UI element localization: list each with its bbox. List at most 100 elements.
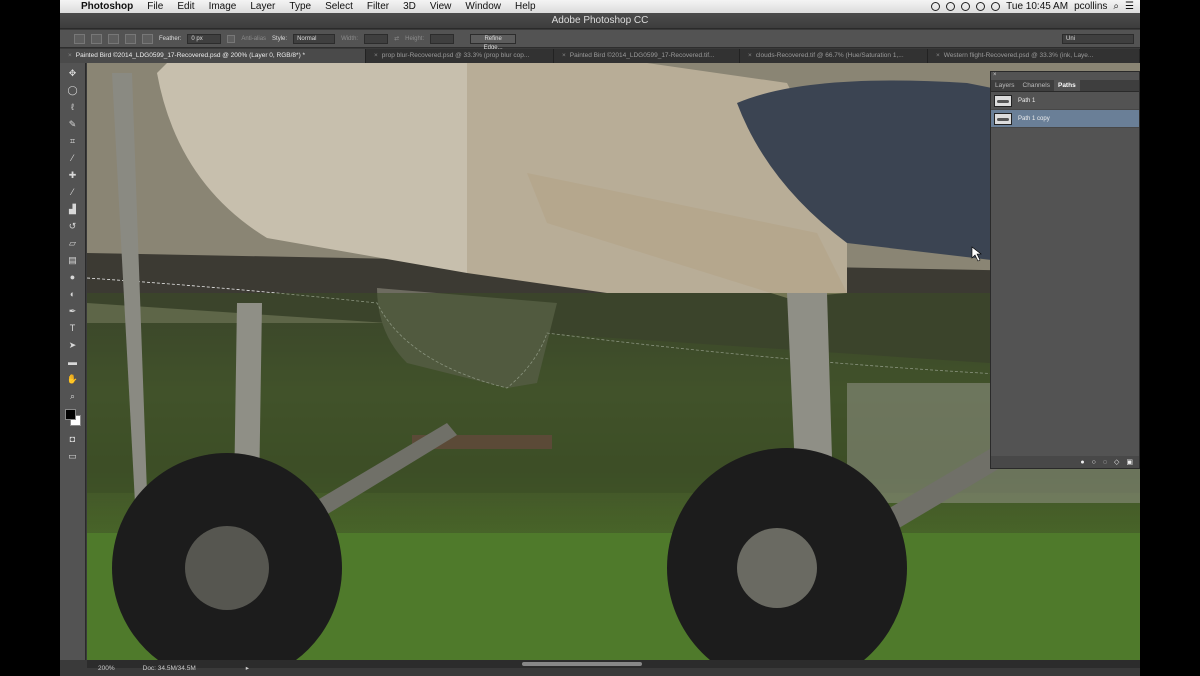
clone-stamp-icon[interactable]: ▟: [66, 203, 80, 216]
document-canvas[interactable]: [87, 63, 1140, 660]
panel-close-icon[interactable]: ×: [993, 72, 997, 78]
add-selection-icon[interactable]: [108, 33, 119, 44]
history-brush-icon[interactable]: ↺: [66, 220, 80, 233]
swap-icon[interactable]: ⇄: [394, 35, 399, 42]
path-selection-icon[interactable]: ➤: [66, 339, 80, 352]
menu-image[interactable]: Image: [202, 1, 244, 12]
menu-3d[interactable]: 3D: [396, 1, 423, 12]
lasso-icon[interactable]: ℓ: [66, 101, 80, 114]
status-menu-icon[interactable]: ▸: [246, 664, 249, 672]
menu-layer[interactable]: Layer: [243, 1, 282, 12]
spotlight-icon[interactable]: ⌕: [1113, 1, 1119, 12]
intersect-selection-icon[interactable]: [142, 33, 153, 44]
menu-help[interactable]: Help: [508, 1, 543, 12]
battery-icon[interactable]: [991, 2, 1001, 11]
close-icon[interactable]: ×: [562, 52, 566, 59]
hand-icon[interactable]: ✋: [66, 373, 80, 386]
close-icon[interactable]: ×: [68, 52, 72, 59]
tab-layers[interactable]: Layers: [991, 80, 1019, 91]
sync-icon[interactable]: [946, 2, 956, 11]
app-menu[interactable]: Photoshop: [74, 1, 140, 12]
quick-selection-icon[interactable]: ✎: [66, 118, 80, 131]
blur-icon[interactable]: ●: [66, 271, 80, 284]
workspace-select[interactable]: Uni: [1062, 33, 1134, 44]
eraser-icon[interactable]: ▱: [66, 237, 80, 250]
height-input[interactable]: [430, 33, 455, 44]
notifications-icon[interactable]: ☰: [1125, 1, 1134, 12]
antialias-label: Anti-alias: [241, 35, 267, 42]
close-icon[interactable]: ×: [748, 52, 752, 59]
doc-size: Doc: 34.5M/34.5M: [142, 664, 196, 672]
path-row[interactable]: Path 1: [991, 92, 1139, 110]
eyedropper-icon[interactable]: ⁄: [66, 152, 80, 165]
document-tabs: × Painted Bird ©2014_LDG0599_17-Recovered…: [60, 49, 1140, 63]
quick-mask-icon[interactable]: ◘: [66, 433, 80, 446]
clock[interactable]: Tue 10:45 AM: [1006, 1, 1068, 12]
menu-edit[interactable]: Edit: [170, 1, 201, 12]
zoom-level[interactable]: 200%: [98, 665, 115, 672]
subtract-selection-icon[interactable]: [125, 33, 136, 44]
add-mask-icon[interactable]: ▣: [1126, 458, 1133, 466]
tab-painted-bird-tif[interactable]: × Painted Bird ©2014_LDG0599_17-Recovered…: [554, 49, 740, 63]
volume-icon[interactable]: [976, 2, 986, 11]
path-thumbnail: [994, 112, 1012, 125]
gradient-icon[interactable]: ▤: [66, 254, 80, 267]
style-select[interactable]: Normal: [293, 33, 336, 44]
stroke-path-icon[interactable]: ○: [1092, 459, 1096, 466]
tab-clouds[interactable]: × clouds-Recovered.tif @ 66.7% (Hue/Satur…: [740, 49, 928, 63]
height-label: Height:: [405, 35, 425, 42]
crop-icon[interactable]: ⌗: [66, 135, 80, 148]
make-path-icon[interactable]: ◇: [1114, 458, 1119, 466]
tab-prop-blur[interactable]: × prop blur-Recovered.psd @ 33.3% (prop b…: [366, 49, 554, 63]
path-name: Path 1 copy: [1018, 115, 1050, 122]
tab-channels[interactable]: Channels: [1019, 80, 1054, 91]
close-icon[interactable]: ×: [374, 52, 378, 59]
left-wheel-hub: [185, 526, 269, 610]
feather-input[interactable]: 0 px: [187, 33, 222, 44]
tab-label: prop blur-Recovered.psd @ 33.3% (prop bl…: [381, 52, 530, 59]
load-selection-icon[interactable]: ◌: [1103, 459, 1107, 466]
brush-icon[interactable]: ⁄: [66, 186, 80, 199]
marquee-preset-icon[interactable]: [74, 33, 85, 44]
new-selection-icon[interactable]: [91, 33, 102, 44]
width-input[interactable]: [364, 33, 389, 44]
menu-file[interactable]: File: [140, 1, 170, 12]
move-tool-icon[interactable]: ✥: [66, 67, 80, 80]
fill-path-icon[interactable]: ●: [1080, 459, 1084, 466]
style-label: Style:: [272, 35, 288, 42]
close-icon[interactable]: ×: [936, 52, 940, 59]
menu-view[interactable]: View: [423, 1, 459, 12]
tab-label: Western flight-Recovered.psd @ 33.3% (in…: [943, 52, 1094, 59]
menu-filter[interactable]: Filter: [360, 1, 396, 12]
menu-bar: Photoshop File Edit Image Layer Type Sel…: [60, 0, 1140, 13]
user-name[interactable]: pcollins: [1074, 1, 1107, 12]
menu-type[interactable]: Type: [282, 1, 318, 12]
options-bar: Feather: 0 px Anti-alias Style: Normal W…: [60, 30, 1140, 51]
pen-icon[interactable]: ✒: [66, 305, 80, 318]
status-icon[interactable]: [931, 2, 941, 11]
dodge-icon[interactable]: ◐: [66, 288, 80, 301]
foreground-color[interactable]: [64, 409, 76, 420]
type-icon[interactable]: T: [66, 322, 80, 335]
screen-mode-icon[interactable]: ▭: [66, 450, 80, 463]
wifi-icon[interactable]: [961, 2, 971, 11]
tab-label: Painted Bird ©2014_LDG0599_17-Recovered.…: [75, 52, 306, 59]
refine-edge-button[interactable]: Refine Edge...: [470, 33, 517, 51]
panel-footer: ● ○ ◌ ◇ ▣: [991, 456, 1139, 468]
zoom-icon[interactable]: ⌕: [66, 390, 80, 403]
menu-select[interactable]: Select: [318, 1, 360, 12]
panel-tabs: Layers Channels Paths: [991, 80, 1139, 92]
antialias-checkbox[interactable]: [227, 34, 236, 43]
path-row-selected[interactable]: Path 1 copy: [991, 110, 1139, 128]
color-swatches[interactable]: [64, 409, 81, 427]
tab-painted-bird-psd[interactable]: × Painted Bird ©2014_LDG0599_17-Recovered…: [60, 49, 366, 63]
elliptical-marquee-icon[interactable]: ◯: [66, 84, 80, 97]
tab-paths[interactable]: Paths: [1053, 80, 1080, 91]
tab-label: clouds-Recovered.tif @ 66.7% (Hue/Satura…: [755, 52, 904, 59]
status-bar: 200% Doc: 34.5M/34.5M ▸: [60, 660, 1140, 676]
path-thumbnail: [994, 94, 1012, 107]
rectangle-icon[interactable]: ▬: [66, 356, 80, 369]
menu-window[interactable]: Window: [458, 1, 508, 12]
tab-western-flight[interactable]: × Western flight-Recovered.psd @ 33.3% (i…: [928, 49, 1140, 63]
healing-brush-icon[interactable]: ✚: [66, 169, 80, 182]
